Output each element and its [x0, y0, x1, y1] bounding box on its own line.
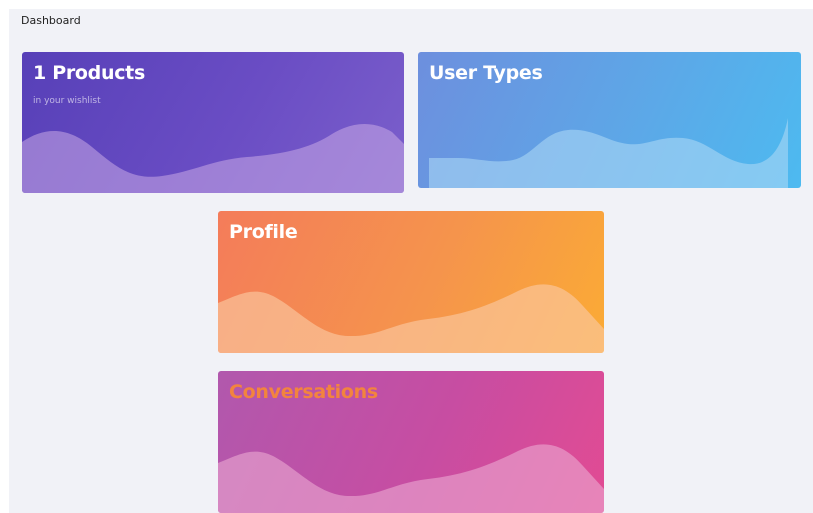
- user-types-card-title: User Types: [429, 62, 543, 84]
- products-card[interactable]: 1 Products in your wishlist: [22, 52, 404, 193]
- profile-card-title: Profile: [229, 221, 298, 243]
- profile-card[interactable]: Profile: [218, 211, 604, 353]
- user-types-card[interactable]: User Types: [418, 52, 801, 188]
- conversations-card-title: Conversations: [229, 381, 378, 403]
- breadcrumb[interactable]: Dashboard: [21, 14, 81, 27]
- products-card-subtitle: in your wishlist: [33, 96, 101, 106]
- products-card-title: 1 Products: [33, 62, 145, 84]
- dashboard-page: Dashboard 1 Products in your wishlist Us…: [9, 9, 813, 513]
- conversations-card[interactable]: Conversations: [218, 371, 604, 513]
